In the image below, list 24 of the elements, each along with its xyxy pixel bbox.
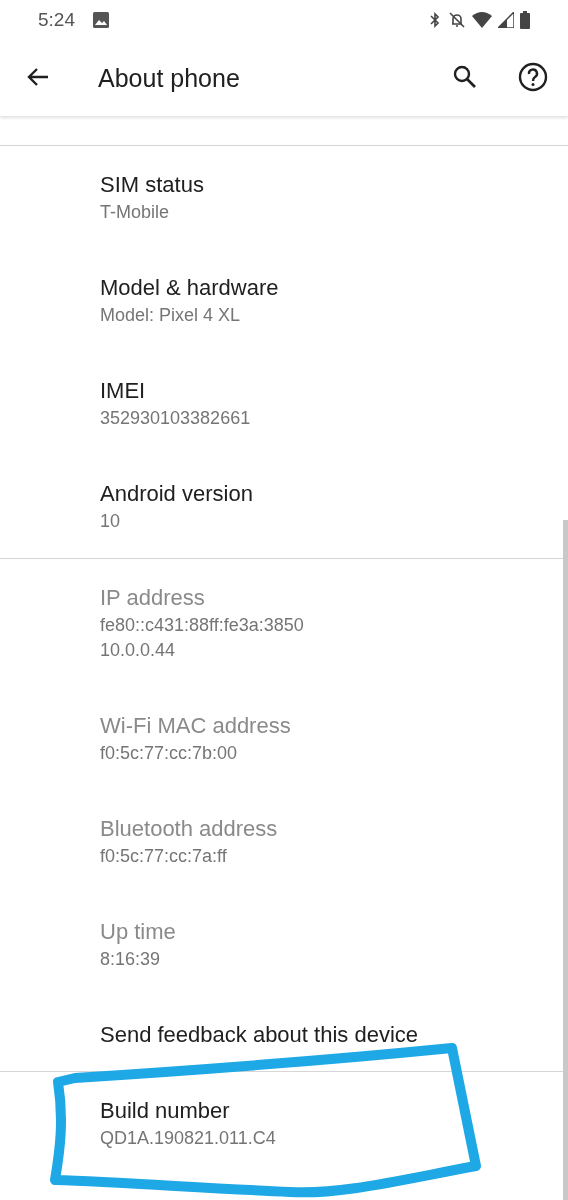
setting-value: fe80::c431:88ff:fe3a:3850 bbox=[100, 614, 305, 637]
setting-value: T-Mobile bbox=[100, 201, 171, 224]
battery-icon bbox=[520, 11, 530, 29]
image-icon bbox=[93, 12, 109, 28]
setting-value: 8:16:39 bbox=[100, 948, 162, 971]
setting-title[interactable]: Send feedback about this device bbox=[100, 1020, 548, 1050]
wifi-icon bbox=[472, 12, 492, 28]
signal-icon bbox=[498, 12, 514, 28]
screen-title: About phone bbox=[98, 63, 241, 93]
setting-title[interactable]: SIM status bbox=[100, 170, 548, 200]
muted-bell-icon bbox=[448, 11, 466, 29]
setting-value: 352930103382661 bbox=[100, 407, 252, 430]
setting-value: Model: Pixel 4 XL bbox=[100, 304, 242, 327]
setting-value: QD1A.190821.011.C4 bbox=[100, 1127, 277, 1150]
setting-title[interactable]: Model & hardware bbox=[100, 273, 548, 303]
setting-title[interactable]: IMEI bbox=[100, 376, 548, 406]
setting-value: f0:5c:77:cc:7a:ff bbox=[100, 845, 228, 868]
bluetooth-icon bbox=[428, 11, 442, 29]
setting-value: f0:5c:77:cc:7b:00 bbox=[100, 742, 239, 765]
setting-title[interactable]: Android version bbox=[100, 479, 548, 509]
setting-value: 10 bbox=[100, 510, 122, 533]
setting-value: 10.0.0.44 bbox=[100, 639, 177, 662]
setting-title[interactable]: Build number bbox=[100, 1096, 548, 1126]
clock-time: 5:24 bbox=[38, 9, 75, 31]
